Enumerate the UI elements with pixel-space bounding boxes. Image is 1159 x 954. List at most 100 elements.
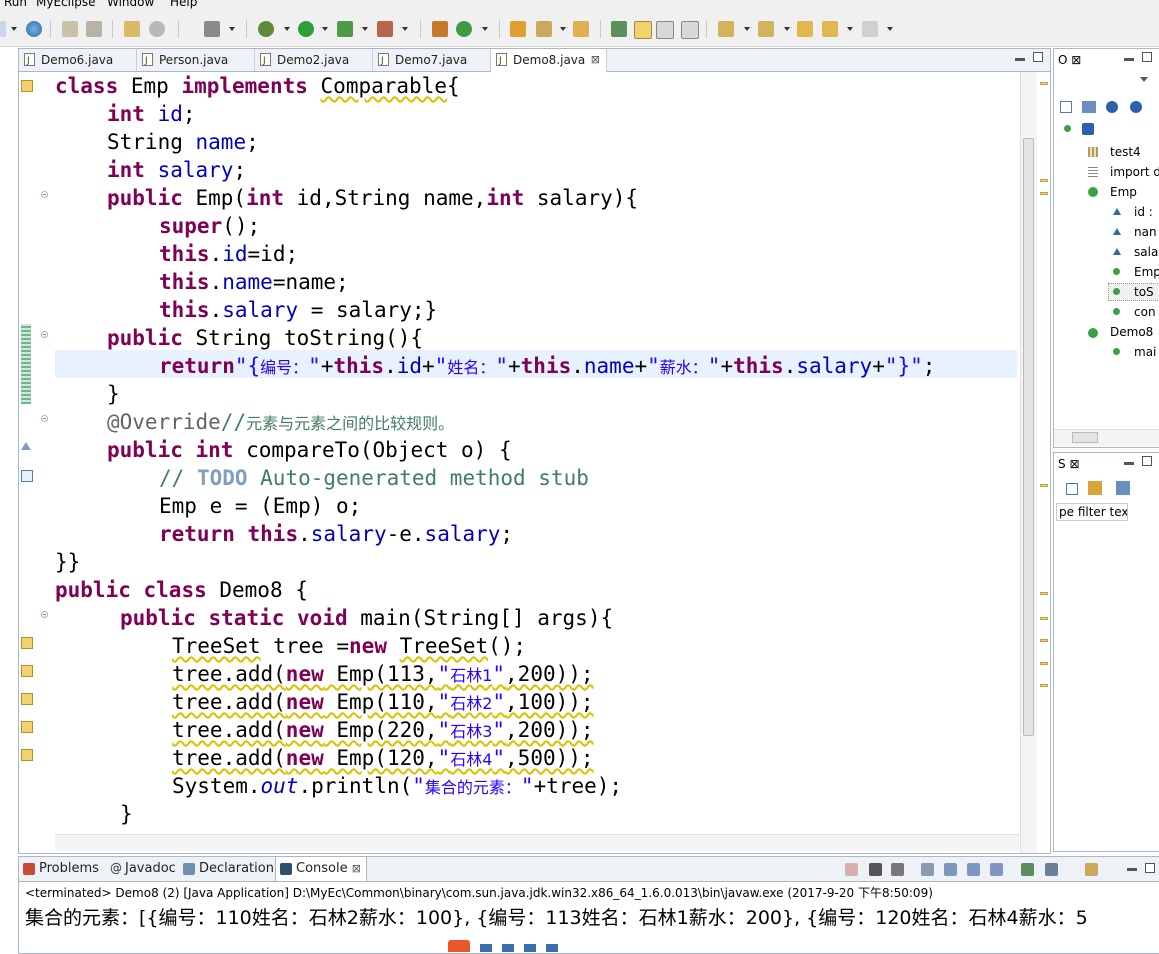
minimize-icon[interactable] bbox=[1124, 58, 1134, 61]
chevron-down-icon[interactable] bbox=[744, 27, 750, 31]
warning-icon[interactable] bbox=[21, 637, 33, 649]
sort-icon[interactable] bbox=[1082, 101, 1096, 113]
collapse-all-icon[interactable] bbox=[1066, 483, 1078, 495]
last-edit-location-icon[interactable] bbox=[797, 21, 813, 37]
chevron-down-icon[interactable] bbox=[784, 27, 790, 31]
remove-all-terminated-icon[interactable] bbox=[891, 863, 904, 876]
chevron-down-icon[interactable] bbox=[560, 27, 566, 31]
menu-window[interactable]: Window bbox=[107, 0, 154, 9]
warning-icon[interactable] bbox=[21, 721, 33, 733]
maximize-icon[interactable] bbox=[1145, 863, 1155, 873]
maximize-icon[interactable] bbox=[1142, 456, 1152, 466]
warning-marker[interactable] bbox=[1040, 592, 1048, 595]
toggle-ant-icon[interactable] bbox=[611, 21, 627, 37]
chevron-down-icon[interactable] bbox=[322, 27, 328, 31]
fold-toggle[interactable] bbox=[41, 331, 48, 338]
warning-marker[interactable] bbox=[1040, 617, 1048, 620]
menu-help[interactable]: Help bbox=[170, 0, 197, 9]
menu-run[interactable]: Run bbox=[4, 0, 27, 9]
tab-person[interactable]: Person.java bbox=[137, 49, 255, 72]
tab-demo7[interactable]: Demo7.java bbox=[373, 49, 491, 72]
minimize-icon[interactable] bbox=[1127, 868, 1137, 871]
close-icon[interactable]: ⊠ bbox=[1071, 53, 1081, 67]
scroll-lock-icon[interactable] bbox=[944, 863, 957, 876]
open-type-icon[interactable] bbox=[510, 21, 526, 37]
outline-item-imports[interactable]: import d bbox=[1110, 165, 1159, 179]
external-tools-icon[interactable] bbox=[377, 21, 393, 37]
chevron-down-icon[interactable] bbox=[11, 27, 17, 31]
outline-item-emp[interactable]: Emp bbox=[1110, 185, 1137, 199]
run-icon[interactable] bbox=[298, 21, 314, 37]
scrollbar-thumb[interactable] bbox=[1072, 432, 1098, 443]
show-stderr-icon[interactable] bbox=[990, 863, 1003, 876]
chevron-down-icon[interactable] bbox=[847, 27, 853, 31]
remove-launch-icon[interactable] bbox=[869, 863, 882, 876]
warning-marker[interactable] bbox=[1040, 82, 1048, 85]
close-icon[interactable]: ⊠ bbox=[1069, 457, 1079, 471]
collapse-all-icon[interactable] bbox=[1060, 101, 1072, 113]
outline-item-field[interactable]: nan bbox=[1134, 225, 1157, 239]
chevron-down-icon[interactable] bbox=[402, 27, 408, 31]
hide-fields-icon[interactable] bbox=[1106, 101, 1118, 113]
chevron-down-icon[interactable] bbox=[229, 27, 235, 31]
fold-toggle[interactable] bbox=[41, 611, 48, 618]
task-icon[interactable] bbox=[21, 470, 33, 482]
terminate-icon[interactable] bbox=[845, 863, 858, 876]
mark-occurrences-icon[interactable] bbox=[634, 21, 652, 39]
save-icon[interactable] bbox=[0, 21, 6, 37]
maximize-icon[interactable] bbox=[1142, 52, 1152, 62]
camera-icon[interactable] bbox=[204, 21, 220, 37]
tab-demo6[interactable]: Demo6.java bbox=[19, 49, 137, 72]
server-icon[interactable] bbox=[86, 21, 102, 37]
chevron-down-icon[interactable] bbox=[482, 27, 488, 31]
tab-demo2[interactable]: Demo2.java bbox=[255, 49, 373, 72]
tab-javadoc[interactable]: @ Javadoc bbox=[105, 857, 177, 881]
editor-horizontal-scrollbar[interactable] bbox=[55, 834, 1019, 851]
deploy-icon[interactable] bbox=[62, 21, 78, 37]
warning-marker[interactable] bbox=[1040, 639, 1048, 642]
coverage-icon[interactable] bbox=[337, 21, 353, 37]
new-wizard-icon[interactable] bbox=[124, 21, 140, 37]
outline-item-field[interactable]: sala bbox=[1134, 245, 1158, 259]
tab-declaration[interactable]: Declaration bbox=[179, 857, 275, 881]
outline-item-method[interactable]: toS bbox=[1134, 285, 1154, 299]
chevron-down-icon[interactable] bbox=[362, 27, 368, 31]
pin-console-icon[interactable] bbox=[1021, 863, 1034, 876]
previous-annotation-icon[interactable] bbox=[758, 21, 774, 37]
input-method-icon[interactable] bbox=[448, 940, 470, 952]
override-icon[interactable] bbox=[21, 442, 31, 450]
side-view-tab[interactable]: S ⊠ bbox=[1054, 453, 1080, 475]
open-folder-icon[interactable] bbox=[573, 21, 589, 37]
chevron-down-icon[interactable] bbox=[284, 27, 290, 31]
fold-toggle[interactable] bbox=[41, 415, 48, 422]
filter-input[interactable]: pe filter text bbox=[1056, 503, 1128, 521]
menu-myeclipse[interactable]: MyEclipse bbox=[36, 0, 96, 9]
warning-marker[interactable] bbox=[1040, 179, 1048, 182]
warning-marker[interactable] bbox=[1040, 192, 1048, 195]
fold-toggle[interactable] bbox=[41, 191, 48, 198]
minimize-icon[interactable] bbox=[1015, 58, 1025, 61]
public-member-icon[interactable] bbox=[1064, 125, 1071, 132]
sort-icon[interactable] bbox=[1116, 481, 1130, 495]
ime-toolbar[interactable] bbox=[480, 944, 630, 952]
tab-demo8[interactable]: Demo8.java ⊠ bbox=[491, 49, 607, 72]
globe-icon[interactable] bbox=[26, 21, 42, 37]
view-menu-icon[interactable] bbox=[1140, 77, 1148, 82]
new-java-class-icon[interactable] bbox=[456, 21, 472, 37]
close-icon[interactable]: ⊠ bbox=[591, 49, 600, 71]
open-console-icon[interactable] bbox=[1085, 863, 1098, 876]
outline-item-constructor[interactable]: Emp bbox=[1134, 265, 1159, 279]
tab-console[interactable]: Console ⊠ bbox=[275, 857, 367, 881]
display-console-icon[interactable] bbox=[1045, 863, 1058, 876]
warning-icon[interactable] bbox=[21, 80, 33, 92]
outline-item-main[interactable]: mai bbox=[1134, 345, 1156, 359]
editor-vertical-scrollbar[interactable] bbox=[1020, 72, 1037, 853]
warning-icon[interactable] bbox=[21, 665, 33, 677]
open-task-icon[interactable] bbox=[536, 21, 552, 37]
web-browser-icon[interactable] bbox=[149, 21, 165, 37]
outline-item-field[interactable]: id : bbox=[1134, 205, 1153, 219]
console-output[interactable]: 集合的元素：[{编号：110姓名：石林2薪水：100}, {编号：113姓名：石… bbox=[25, 903, 1088, 930]
block-selection-icon[interactable] bbox=[656, 21, 674, 39]
hide-static-icon[interactable] bbox=[1130, 101, 1142, 113]
clear-console-icon[interactable] bbox=[921, 863, 934, 876]
